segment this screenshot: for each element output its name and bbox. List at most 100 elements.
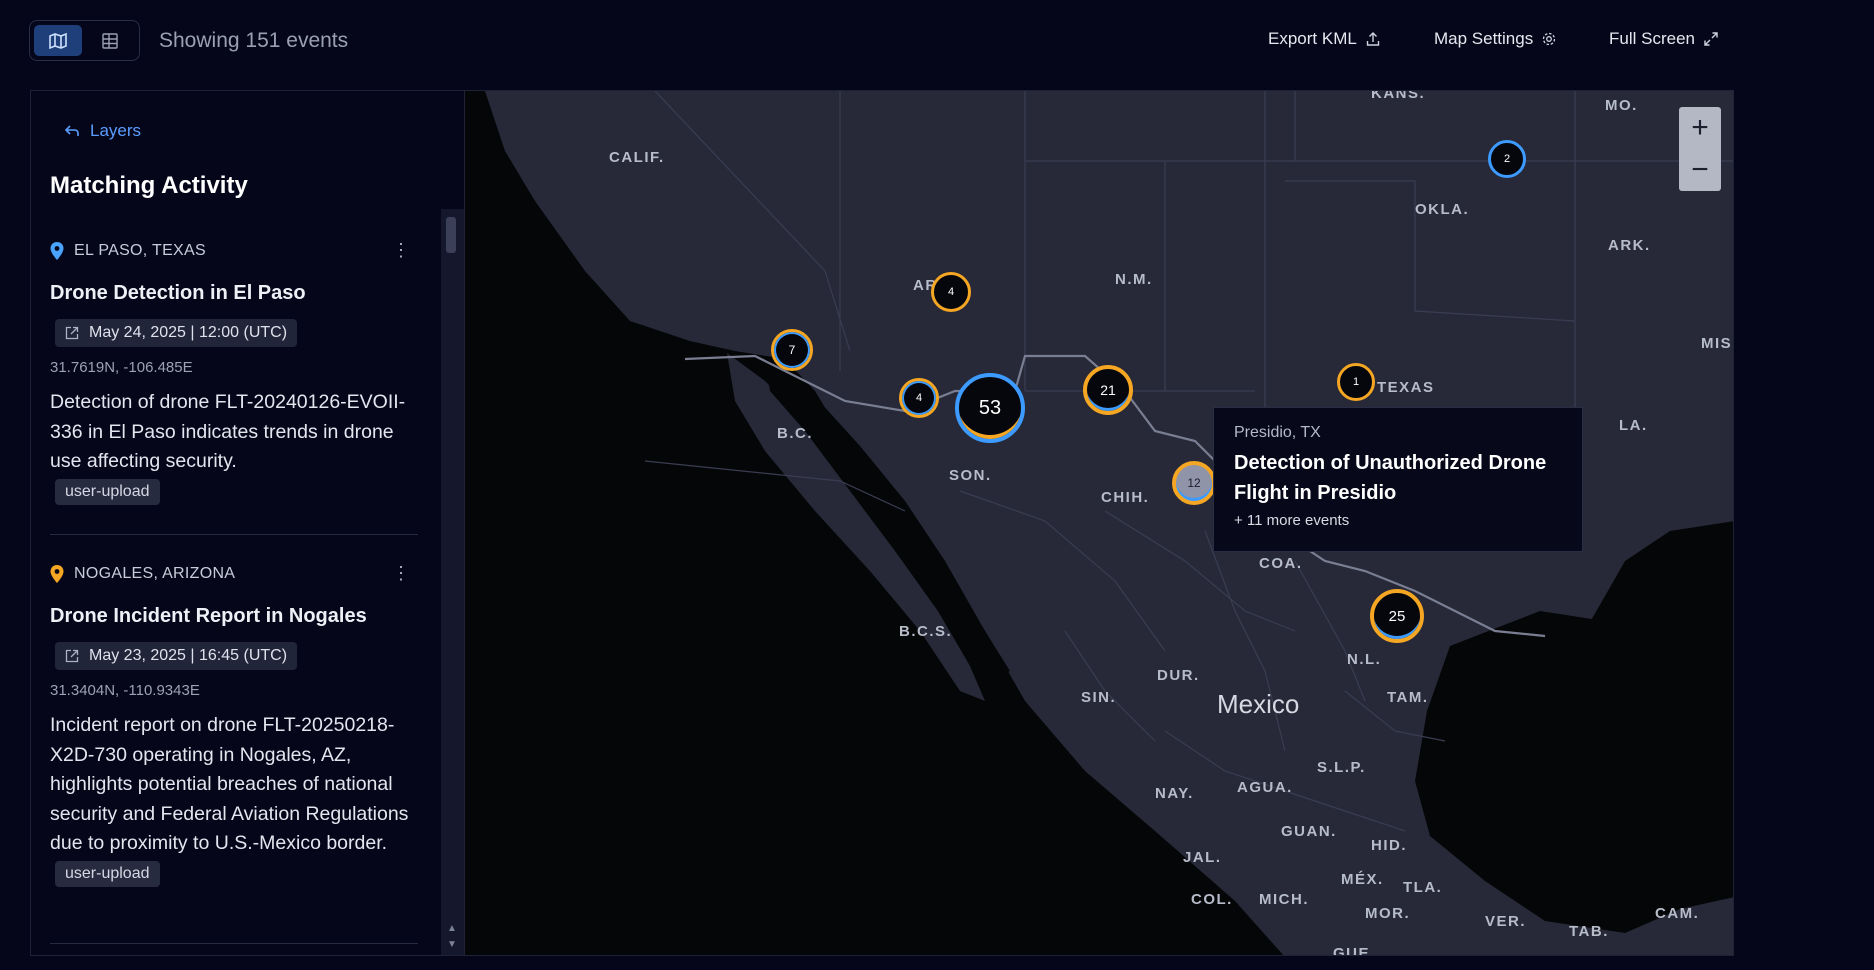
map-label: N.M. <box>1115 271 1153 288</box>
card-divider <box>50 534 418 535</box>
location-pin-icon <box>50 565 64 583</box>
map-label: N.L. <box>1347 651 1382 668</box>
map-label-country: Mexico <box>1217 689 1300 719</box>
date-text: May 23, 2025 | 16:45 (UTC) <box>89 647 288 664</box>
activity-card[interactable]: EL PASO, TEXAS ⋮ Drone Detection in El P… <box>50 240 418 505</box>
date-chip: May 23, 2025 | 16:45 (UTC) <box>55 642 298 670</box>
tooltip-location: Presidio, TX <box>1234 424 1321 441</box>
map-label: LA. <box>1619 417 1648 434</box>
expand-icon <box>1704 32 1718 46</box>
map-label: ARK. <box>1608 237 1651 254</box>
event-cluster[interactable]: 4 <box>899 378 939 418</box>
coordinates: 31.7619N, -106.485E <box>50 359 193 376</box>
activity-card[interactable]: NOGALES, ARIZONA ⋮ Drone Incident Report… <box>50 563 418 887</box>
zoom-in-button[interactable]: + <box>1679 107 1721 149</box>
map-label: COA. <box>1259 555 1303 572</box>
map-view[interactable]: CALIF. KANS. MO. OKLA. ARK. AR N.M. MIS … <box>464 90 1734 956</box>
event-cluster-selected[interactable]: 12 <box>1172 461 1216 505</box>
location-text: EL PASO, TEXAS <box>74 242 206 259</box>
map-label: COL. <box>1191 891 1233 908</box>
edit-icon <box>65 326 79 340</box>
layers-back-link[interactable]: Layers <box>64 121 141 141</box>
map-label: TLA. <box>1403 879 1443 896</box>
map-label: AGUA. <box>1237 779 1293 796</box>
tooltip-more-events[interactable]: + 11 more events <box>1234 512 1562 529</box>
more-options-icon[interactable]: ⋮ <box>392 563 410 584</box>
table-icon <box>102 32 118 49</box>
map-settings-button[interactable]: Map Settings <box>1434 29 1557 49</box>
map-label: TAB. <box>1569 923 1609 940</box>
map-icon <box>49 32 67 49</box>
event-cluster[interactable]: 7 <box>771 329 813 371</box>
map-label: GUE. <box>1333 945 1376 956</box>
map-label: MICH. <box>1259 891 1309 908</box>
export-kml-button[interactable]: Export KML <box>1268 29 1381 49</box>
table-view-button[interactable] <box>86 25 134 56</box>
map-label: GUAN. <box>1281 823 1337 840</box>
zoom-out-button[interactable]: − <box>1679 149 1721 191</box>
scroll-down-icon[interactable]: ▼ <box>447 939 457 950</box>
map-label: MO. <box>1605 97 1638 114</box>
map-label: SON. <box>949 467 992 484</box>
top-bar: Showing 151 events Export KML Map Settin… <box>0 0 1874 82</box>
card-description: Incident report on drone FLT-20250218-X2… <box>50 714 409 854</box>
card-title: Drone Detection in El Paso <box>50 282 306 304</box>
map-label: TEXAS <box>1377 379 1435 396</box>
source-tag[interactable]: user-upload <box>55 860 160 887</box>
map-label: OKLA. <box>1415 201 1470 218</box>
coordinates: 31.3404N, -110.9343E <box>50 682 200 699</box>
map-label: MIS <box>1701 335 1733 352</box>
map-label: SIN. <box>1081 689 1117 706</box>
map-label: CAM. <box>1655 905 1700 922</box>
map-label: MÉX. <box>1341 871 1384 888</box>
map-label: HID. <box>1371 837 1407 854</box>
card-location: NOGALES, ARIZONA <box>50 563 418 585</box>
map-label: S.L.P. <box>1317 759 1366 776</box>
event-cluster[interactable]: 2 <box>1488 140 1526 178</box>
location-text: NOGALES, ARIZONA <box>74 565 236 582</box>
map-label: DUR. <box>1157 667 1200 684</box>
gear-icon <box>1543 32 1556 46</box>
date-chip: May 24, 2025 | 12:00 (UTC) <box>55 319 298 347</box>
map-label: VER. <box>1485 913 1527 930</box>
card-divider <box>50 943 418 944</box>
map-label: KANS. <box>1371 90 1426 102</box>
settings-label: Map Settings <box>1434 29 1534 48</box>
event-cluster[interactable]: 4 <box>931 272 971 312</box>
event-cluster[interactable]: 25 <box>1370 589 1424 643</box>
scroll-thumb[interactable] <box>446 217 456 253</box>
card-description: Detection of drone FLT-20240126-EVOII-33… <box>50 391 406 472</box>
card-title: Drone Incident Report in Nogales <box>50 605 367 627</box>
card-location: EL PASO, TEXAS <box>50 240 418 262</box>
event-cluster[interactable]: 53 <box>955 373 1025 443</box>
map-label: CHIH. <box>1101 489 1150 506</box>
map-label: JAL. <box>1183 849 1222 866</box>
tooltip-title: Detection of Unauthorized Drone Flight i… <box>1234 452 1547 504</box>
map-label: B.C.S. <box>899 623 953 640</box>
location-pin-icon <box>50 242 64 260</box>
layers-label: Layers <box>90 121 142 140</box>
fullscreen-label: Full Screen <box>1609 29 1695 48</box>
upload-icon <box>1366 32 1380 46</box>
map-view-button[interactable] <box>34 25 82 56</box>
map-label: CALIF. <box>609 149 665 166</box>
edit-icon <box>65 649 79 663</box>
map-label: NAY. <box>1155 785 1194 802</box>
scroll-up-icon[interactable]: ▲ <box>447 923 457 934</box>
panel-title: Matching Activity <box>50 172 248 199</box>
event-count: Showing 151 events <box>159 29 349 52</box>
map-label: MOR. <box>1365 905 1411 922</box>
event-tooltip[interactable]: Presidio, TX Detection of Unauthorized D… <box>1213 407 1583 552</box>
event-cluster[interactable]: 1 <box>1337 363 1375 401</box>
export-label: Export KML <box>1268 29 1357 48</box>
zoom-controls: + − <box>1679 107 1721 191</box>
source-tag[interactable]: user-upload <box>55 478 160 505</box>
event-cluster[interactable]: 21 <box>1083 365 1133 415</box>
full-screen-button[interactable]: Full Screen <box>1609 29 1719 49</box>
back-arrow-icon <box>64 125 79 136</box>
view-toggle <box>29 20 140 61</box>
map-label: TAM. <box>1387 689 1429 706</box>
map-label: B.C. <box>777 425 813 442</box>
more-options-icon[interactable]: ⋮ <box>392 240 410 261</box>
sidebar-scrollbar[interactable]: ▲ ▼ <box>441 209 464 955</box>
